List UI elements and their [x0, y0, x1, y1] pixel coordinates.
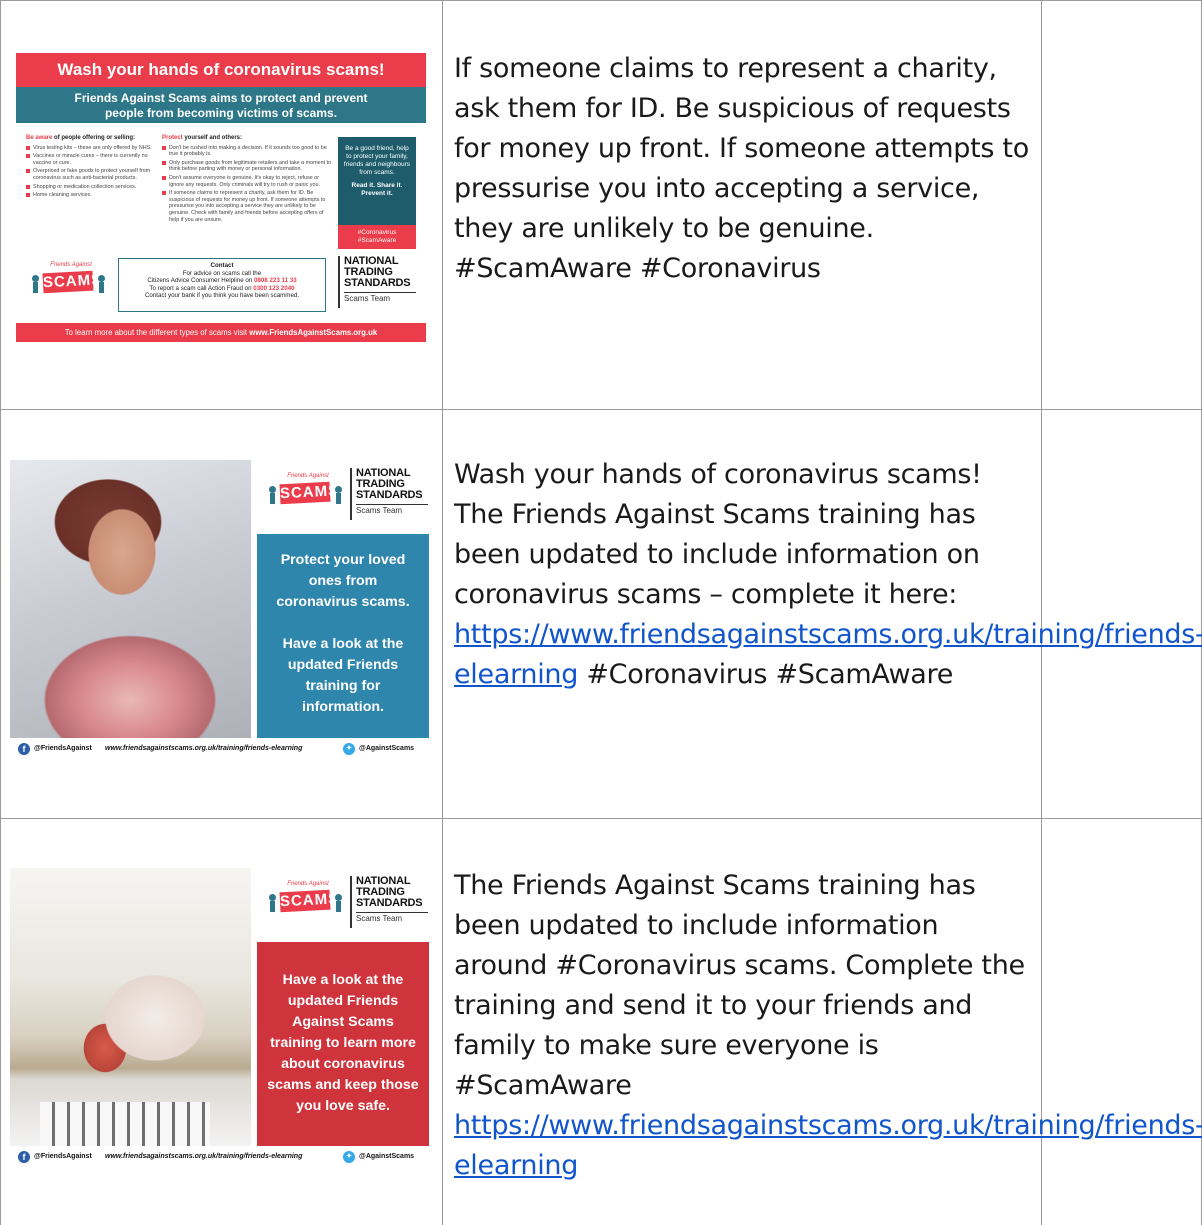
panel-text: Have a look at the updated Friends Again… [267, 972, 419, 1114]
list-item: Virus testing kits – these are only offe… [26, 145, 154, 152]
contact-line: Contact your bank if you think you have … [144, 292, 300, 300]
post-text-content: The Friends Against Scams training has b… [454, 870, 1025, 1101]
aware-column: Be aware of people offering or selling: … [26, 135, 154, 201]
table-border-left [0, 0, 1, 1225]
figure-icon [266, 894, 278, 916]
figure-icon [332, 486, 344, 508]
list-item: Don't be rushed into making a decision. … [162, 145, 332, 158]
footer-url: www.FriendsAgainstScams.org.uk [249, 328, 378, 337]
logo-subtitle: Scams Team [356, 504, 428, 515]
list-item: Vaccines or miracle cures – there is cur… [26, 153, 154, 166]
list-item: If someone claims to represent a charity… [162, 190, 332, 223]
post-text: The Friends Against Scams training has b… [454, 866, 1202, 1186]
logo-line: STANDARDS [356, 489, 423, 501]
post-text-content: Wash your hands of coronavirus scams! Th… [454, 459, 982, 610]
figure-icon [95, 275, 107, 297]
heading-highlight: Protect [162, 135, 183, 141]
poster-subtitle-line: Friends Against Scams aims to protect an… [74, 91, 368, 105]
hashtag-box: #Coronavirus #ScamAware [338, 225, 416, 249]
heading-highlight: aware [35, 135, 53, 141]
social-footer: f @FriendsAgainst www.friendsagainstscam… [10, 1148, 430, 1166]
list-item: Shopping or medication collection servic… [26, 184, 154, 191]
figure-icon [332, 894, 344, 916]
contact-box: Contact For advice on scams call the Cit… [118, 258, 326, 312]
heading-text: Be [26, 135, 36, 141]
figure-icon [266, 486, 278, 508]
contact-text: Citizens Advice Consumer Helpline on [147, 277, 254, 285]
protect-column: Protect yourself and others: Don't be ru… [162, 135, 332, 225]
post-text: If someone claims to represent a charity… [454, 53, 1029, 284]
facebook-handle: @FriendsAgainst [34, 745, 92, 752]
twitter-icon: ✦ [343, 743, 355, 755]
friends-against-scams-logo: Friends Against SCAMS [263, 881, 347, 922]
poster-subtitle-line: people from becoming victims of scams. [104, 106, 338, 120]
radiator-image [40, 1102, 210, 1146]
list-item: Overpriced or fake goods to protect your… [26, 168, 154, 181]
logo-sign: SCAMS [42, 270, 103, 294]
twitter-icon: ✦ [343, 1151, 355, 1163]
figure-icon [29, 275, 41, 297]
list-item: Don't assume everyone is genuine. It's o… [162, 175, 332, 188]
contact-line: Citizens Advice Consumer Helpline on 080… [119, 277, 325, 285]
coronavirus-scams-poster: Wash your hands of coronavirus scams! Fr… [16, 53, 426, 342]
row-divider [0, 409, 1202, 410]
national-trading-standards-logo: NATIONAL TRADING STANDARDS Scams Team [350, 468, 428, 520]
list-item: Only purchase goods from legitimate reta… [162, 160, 332, 173]
contact-line: For advice on scams call the [182, 269, 262, 277]
logo-arch-text: Friends Against [287, 881, 329, 887]
twitter-handle: @AgainstScams [359, 1153, 415, 1160]
training-url: www.friendsagainstscams.org.uk/training/… [105, 1153, 303, 1160]
logo-subtitle: Scams Team [344, 292, 416, 303]
aware-heading: Be aware of people offering or selling: [26, 135, 154, 142]
row-divider [0, 818, 1202, 819]
logo-subtitle: Scams Team [356, 912, 428, 923]
logo-sign: SCAMS [279, 481, 340, 505]
contact-title: Contact [210, 262, 234, 269]
logo-line: STANDARDS [356, 897, 423, 909]
facebook-icon: f [18, 1151, 30, 1163]
footer-text: To learn more about the different types … [64, 328, 250, 337]
protect-loved-ones-poster: Friends Against SCAMS NATIONAL TRADING S… [10, 460, 431, 762]
post-text: Wash your hands of coronavirus scams! Th… [454, 455, 1202, 695]
row-divider [0, 0, 1202, 1]
message-panel: Have a look at the updated Friends Again… [257, 942, 429, 1146]
friends-against-scams-logo: Friends Against SCAMS [26, 262, 110, 303]
twitter-handle: @AgainstScams [359, 745, 415, 752]
post-text-content: #Coronavirus #ScamAware [578, 659, 954, 690]
national-trading-standards-logo: NATIONAL TRADING STANDARDS Scams Team [338, 256, 416, 308]
poster-footer: To learn more about the different types … [16, 323, 426, 342]
message-panel: Protect your loved ones from coronavirus… [257, 534, 429, 738]
facebook-icon: f [18, 743, 30, 755]
helpline-number: 0808 223 11 33 [253, 277, 297, 285]
list-item: Home cleaning services. [26, 192, 154, 199]
logo-arch-text: Friends Against [287, 473, 329, 479]
logo-sign: SCAMS [279, 889, 340, 913]
panel-text: Have a look at the updated Friends train… [282, 636, 404, 715]
contact-text: To report a scam call Action Fraud on [149, 284, 254, 292]
training-url: www.friendsagainstscams.org.uk/training/… [105, 745, 303, 752]
logo-line: STANDARDS [344, 277, 411, 289]
protect-heading: Protect yourself and others: [162, 135, 332, 142]
logo-arch-text: Friends Against [50, 262, 92, 268]
heading-text: yourself and others: [182, 135, 243, 141]
poster-title: Wash your hands of coronavirus scams! [16, 53, 426, 87]
national-trading-standards-logo: NATIONAL TRADING STANDARDS Scams Team [350, 876, 428, 928]
action-fraud-number: 0300 123 2040 [253, 284, 295, 292]
contact-line: To report a scam call Action Fraud on 03… [119, 285, 325, 293]
column-divider [1041, 0, 1042, 1225]
good-friend-text: Be a good friend, help to protect your f… [343, 145, 411, 176]
smiling-woman-photo [10, 460, 251, 738]
panel-text: Protect your loved ones from coronavirus… [276, 552, 410, 610]
heading-text: of people offering or selling: [52, 135, 136, 141]
friends-against-scams-logo: Friends Against SCAMS [263, 473, 347, 514]
keep-loved-ones-safe-poster: Friends Against SCAMS NATIONAL TRADING S… [10, 868, 431, 1166]
poster-subtitle: Friends Against Scams aims to protect an… [16, 87, 426, 123]
good-friend-slogan: Read it. Share it. Prevent it. [351, 182, 403, 197]
social-footer: f @FriendsAgainst www.friendsagainstscam… [10, 740, 430, 758]
facebook-handle: @FriendsAgainst [34, 1153, 92, 1160]
mother-and-child-photo [10, 868, 251, 1146]
column-divider [442, 0, 443, 1225]
